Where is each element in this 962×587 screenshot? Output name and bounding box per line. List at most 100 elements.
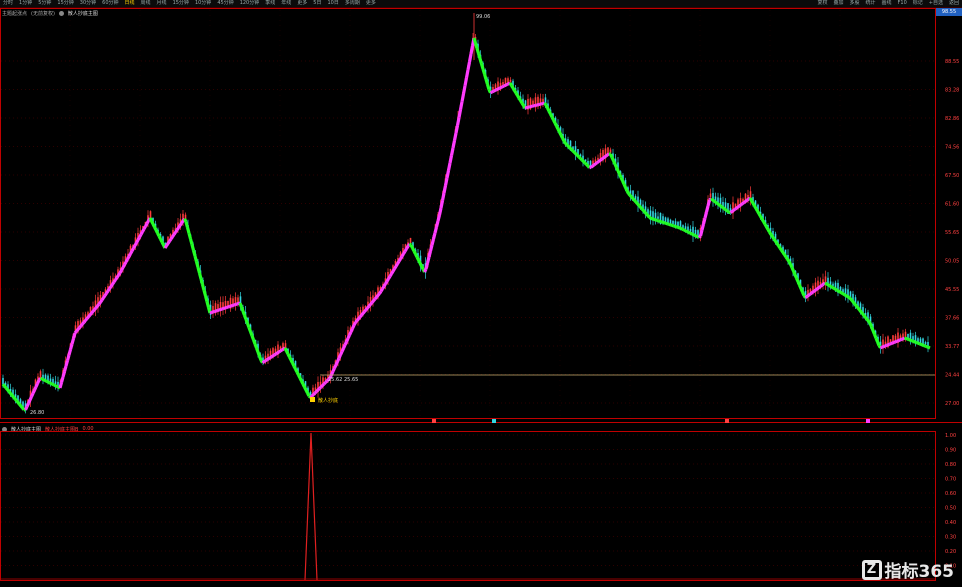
trend-line-segment	[177, 224, 182, 229]
trend-line-segment	[157, 235, 162, 240]
trend-line-segment	[720, 205, 724, 210]
trend-line-segment	[227, 304, 231, 309]
y-axis-label: 0.40	[945, 520, 956, 526]
trend-line-segment	[286, 353, 291, 358]
trend-line-segment	[333, 364, 338, 369]
trend-line-segment	[723, 207, 727, 212]
trend-line-segment	[475, 47, 481, 54]
signal-marker	[310, 397, 315, 402]
trend-line-segment	[926, 345, 930, 349]
trend-line-segment	[766, 228, 771, 233]
trend-line-segment	[573, 151, 578, 156]
trend-line-segment	[793, 274, 798, 279]
trend-line-segment	[59, 376, 65, 383]
trend-line-segment	[90, 310, 95, 315]
trend-line-segment	[10, 394, 15, 399]
trend-line-segment	[553, 122, 558, 127]
trend-line-segment	[144, 222, 149, 228]
trend-line-segment	[135, 239, 140, 244]
trend-line-segment	[879, 345, 883, 350]
trend-line-segment	[775, 242, 780, 247]
trend-line-segment	[138, 233, 143, 239]
trend-line-segment	[387, 275, 392, 280]
trend-line-segment	[313, 390, 318, 395]
trend-line-segment	[408, 242, 412, 247]
trend-line-segment	[216, 308, 220, 313]
trend-line-segment	[624, 186, 629, 192]
trend-line-segment	[295, 371, 300, 376]
trend-line-segment	[93, 306, 98, 311]
trend-line-segment	[102, 294, 107, 299]
trend-line-segment	[166, 240, 171, 245]
trend-line-segment	[734, 206, 738, 211]
trend-line-segment	[405, 245, 410, 250]
trend-line-segment	[266, 357, 270, 362]
trend-line-segment	[360, 312, 365, 317]
trend-line-segment	[424, 262, 430, 270]
trend-line-segment	[242, 314, 248, 320]
trend-line-segment	[819, 283, 823, 288]
trend-line-segment	[741, 201, 745, 205]
trend-line-segment	[279, 348, 283, 353]
trend-line-segment	[64, 360, 70, 367]
trend-line-segment	[172, 231, 177, 236]
trend-line-segment	[605, 153, 609, 158]
trend-line-segment	[750, 199, 755, 205]
trend-line-segment	[141, 228, 146, 233]
trend-line-segment	[70, 338, 76, 345]
trend-line-segment	[41, 377, 45, 382]
trend-line-segment	[711, 198, 715, 203]
trend-line-segment	[769, 233, 774, 238]
trend-line-segment	[461, 85, 467, 95]
y-axis-label: 50.05	[945, 259, 959, 265]
trend-line-segment	[861, 312, 866, 317]
trend-line-segment	[142, 225, 147, 230]
y-axis-label: 88.55	[945, 59, 959, 65]
trend-line-segment	[777, 244, 782, 249]
trend-line-segment	[780, 249, 785, 254]
trend-line-segment	[349, 327, 354, 333]
trend-line-segment	[114, 276, 119, 281]
trend-line-segment	[228, 304, 232, 309]
trend-line-segment	[100, 296, 105, 301]
trend-line-segment	[669, 223, 673, 227]
trend-line-segment	[97, 301, 102, 306]
event-marker	[725, 419, 729, 423]
trend-line-segment	[579, 157, 584, 162]
trend-line-segment	[692, 233, 696, 237]
trend-line-segment	[828, 284, 832, 288]
y-axis-label: 0.20	[945, 549, 956, 555]
trend-line-segment	[340, 347, 345, 353]
trend-line-segment	[763, 223, 768, 228]
trend-line-segment	[893, 340, 897, 344]
trend-line-segment	[270, 354, 274, 359]
trend-line-segment	[12, 395, 17, 400]
trend-line-segment	[71, 332, 77, 339]
trend-line-segment	[506, 82, 510, 86]
trend-line-segment	[642, 209, 647, 214]
trend-line-segment	[856, 307, 861, 311]
trend-line-segment	[394, 263, 399, 268]
trend-line-segment	[809, 291, 813, 296]
trend-line-segment	[544, 104, 549, 109]
trend-line-segment	[722, 206, 726, 211]
trend-line-segment	[39, 376, 43, 381]
trend-line-segment	[103, 292, 108, 297]
trend-line-segment	[520, 102, 525, 107]
trend-line-segment	[602, 155, 606, 160]
trend-line-segment	[719, 204, 723, 208]
trend-line-segment	[921, 343, 925, 348]
trend-line-segment	[437, 207, 443, 216]
trend-line-segment	[62, 365, 68, 372]
trend-line-segment	[418, 262, 423, 267]
trend-line-segment	[431, 232, 437, 240]
trend-line-segment	[108, 285, 113, 290]
trend-line-segment	[906, 337, 910, 342]
trend-line-segment	[908, 338, 912, 342]
trend-line-segment	[824, 281, 828, 286]
trend-line-segment	[58, 382, 64, 389]
trend-line-segment	[156, 232, 161, 237]
trend-line-segment	[672, 224, 676, 228]
trend-line-segment	[737, 204, 741, 209]
kline-chart[interactable]: 88.55 83.28 82.86 74.56 67.50 61.60 55.65 50.05…	[0, 0, 962, 587]
